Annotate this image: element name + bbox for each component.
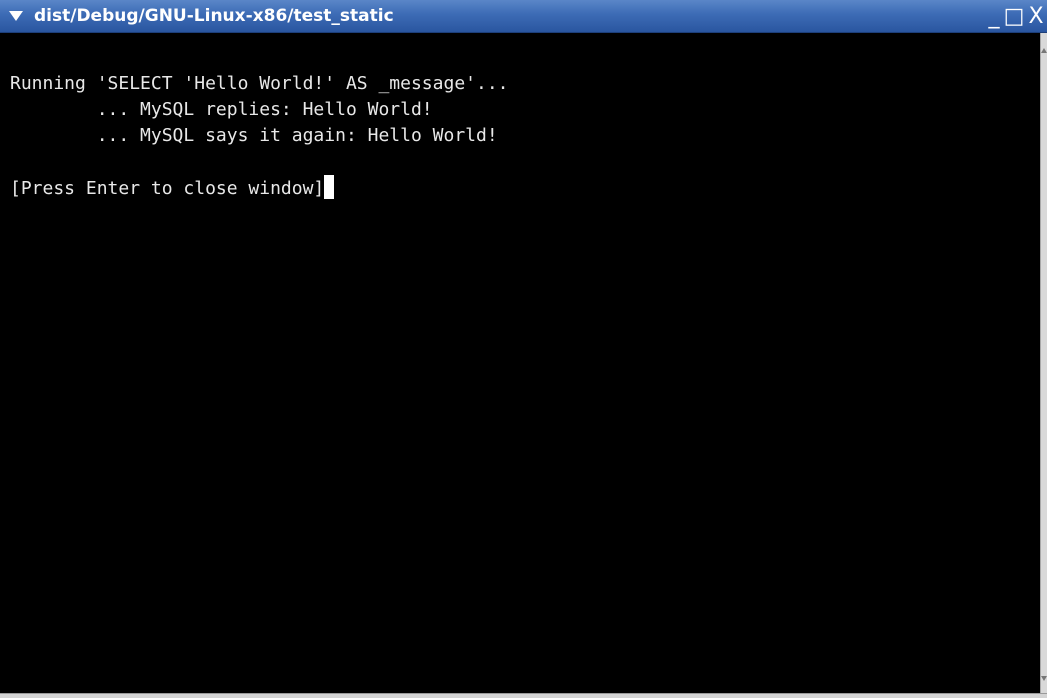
output-line: ... MySQL replies: Hello World!: [10, 99, 433, 120]
title-bar[interactable]: dist/Debug/GNU-Linux-x86/test_static _ □…: [0, 0, 1047, 33]
text-cursor: [324, 175, 335, 199]
output-line: ... MySQL says it again: Hello World!: [10, 125, 498, 146]
window-title: dist/Debug/GNU-Linux-x86/test_static: [34, 6, 394, 26]
close-button[interactable]: X: [1025, 3, 1047, 30]
minimize-button[interactable]: _: [983, 3, 1005, 30]
scroll-up-arrow-icon[interactable]: [1041, 48, 1047, 53]
prompt-line: [Press Enter to close window]: [10, 178, 325, 199]
vertical-scrollbar[interactable]: [1040, 33, 1047, 693]
maximize-button[interactable]: □: [1003, 3, 1025, 30]
scroll-down-arrow-icon[interactable]: [1041, 676, 1047, 681]
terminal-text: Running 'SELECT 'Hello World!' AS _messa…: [10, 71, 509, 202]
window-bottom-border: [0, 693, 1047, 698]
terminal-output-area[interactable]: Running 'SELECT 'Hello World!' AS _messa…: [0, 33, 1040, 693]
output-line: Running 'SELECT 'Hello World!' AS _messa…: [10, 73, 509, 94]
window-menu-icon[interactable]: [9, 11, 23, 21]
terminal-window: dist/Debug/GNU-Linux-x86/test_static _ □…: [0, 0, 1047, 698]
